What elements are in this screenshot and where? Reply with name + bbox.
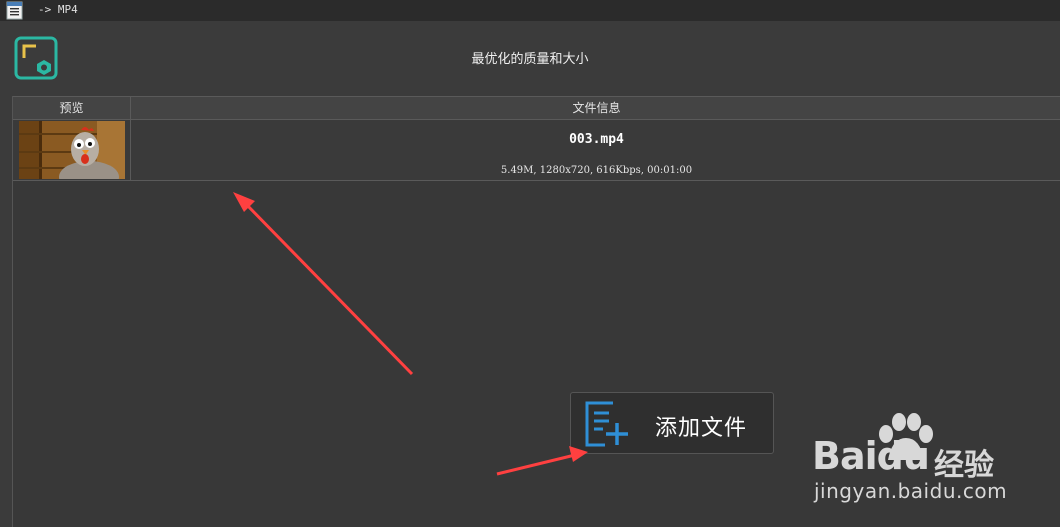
preview-cell (13, 120, 131, 180)
header: 最优化的质量和大小 (0, 21, 1060, 96)
file-details: 5.49M, 1280x720, 616Kbps, 00:01:00 (500, 165, 693, 176)
watermark-url: jingyan.baidu.com (814, 479, 1008, 503)
baidu-watermark: Baidu 经验 jingyan.baidu.com (812, 412, 1012, 512)
quality-setting-label[interactable]: 最优化的质量和大小 (0, 48, 1060, 67)
title-bar: -> MP4 (0, 0, 1060, 21)
video-file-icon (6, 1, 23, 20)
window-title: -> MP4 (38, 3, 78, 16)
add-file-label: 添加文件 (655, 416, 748, 441)
add-file-button[interactable]: 添加文件 (570, 392, 774, 454)
add-file-icon (585, 401, 628, 447)
column-header-file-info[interactable]: 文件信息 (132, 97, 1060, 120)
column-header-preview[interactable]: 预览 (13, 97, 131, 120)
video-thumbnail (19, 121, 125, 179)
table-row[interactable]: 003.mp4 5.49M, 1280x720, 616Kbps, 00:01:… (13, 120, 1060, 181)
baidu-logo-text: Baidu (812, 434, 930, 478)
table-header: 预览 文件信息 (13, 96, 1060, 120)
file-name: 003.mp4 (569, 132, 624, 147)
baidu-logo-cn: 经验 (934, 448, 994, 483)
